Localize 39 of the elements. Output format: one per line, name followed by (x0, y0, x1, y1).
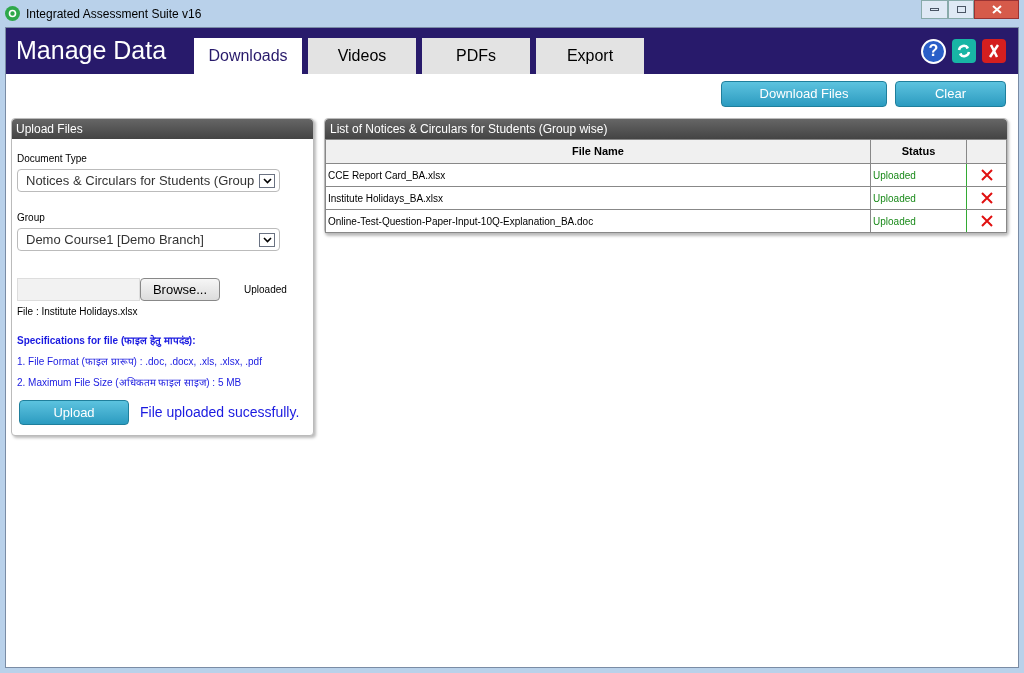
delete-icon[interactable] (980, 169, 993, 181)
field-label: Group (17, 211, 46, 225)
field-label: Document Type (17, 152, 88, 166)
success-message: File uploaded sucessfully. (140, 403, 300, 422)
file-name-text: File : Institute Holidays.xlsx (17, 305, 139, 319)
status-cell: Uploaded (870, 186, 967, 210)
tab[interactable]: Downloads (194, 38, 302, 74)
file-path-field[interactable] (17, 278, 140, 301)
refresh-icon[interactable] (952, 38, 976, 63)
tab[interactable]: PDFs (422, 38, 530, 74)
app-logo-icon (5, 6, 20, 21)
table-cell: Institute Holidays_BA.xlsx (325, 186, 871, 210)
tab[interactable]: Videos (308, 38, 416, 74)
maximize-button[interactable] (948, 0, 974, 19)
status-cell: Uploaded (870, 163, 967, 187)
upload-status: Uploaded (244, 283, 287, 297)
panel-header: List of Notices & Circulars for Students (Group wise) (325, 119, 1007, 139)
browse-button[interactable]: Browse... (140, 278, 220, 301)
page-title: Manage Data (16, 35, 168, 67)
close-button[interactable] (974, 0, 1019, 19)
specification-text: 2. Maximum File Size (अधिकतम फाइल साइज) : 5 MB (17, 376, 243, 390)
delete-icon[interactable] (980, 192, 993, 204)
document-type-dropdown[interactable]: Notices & Circulars for Students (Group (17, 169, 280, 192)
tab[interactable]: Export (536, 38, 644, 74)
specifications-title: Specifications for file (फाइल हेतु मापदंड): (17, 334, 197, 348)
window-title: Integrated Assessment Suite v16 (26, 5, 202, 23)
column-header: File Name (325, 139, 871, 164)
minimize-button[interactable] (921, 0, 948, 19)
group-dropdown[interactable]: Demo Course1 [Demo Branch] (17, 228, 280, 251)
table-cell: CCE Report Card_BA.xlsx (325, 163, 871, 187)
specification-text: 1. File Format (फाइल प्रारूप) : .doc, .docx, .xls, .xlsx, .pdf (17, 355, 263, 369)
delete-icon[interactable] (980, 215, 993, 227)
help-icon[interactable]: ? (921, 38, 946, 64)
panel-header: Upload Files (12, 119, 313, 139)
close-icon (991, 5, 1002, 14)
status-cell: Uploaded (870, 209, 967, 233)
close-icon[interactable] (982, 38, 1006, 63)
table-cell: Online-Test-Question-Paper-Input-10Q-Explanation_BA.doc (325, 209, 871, 233)
column-header: Status (870, 139, 967, 164)
